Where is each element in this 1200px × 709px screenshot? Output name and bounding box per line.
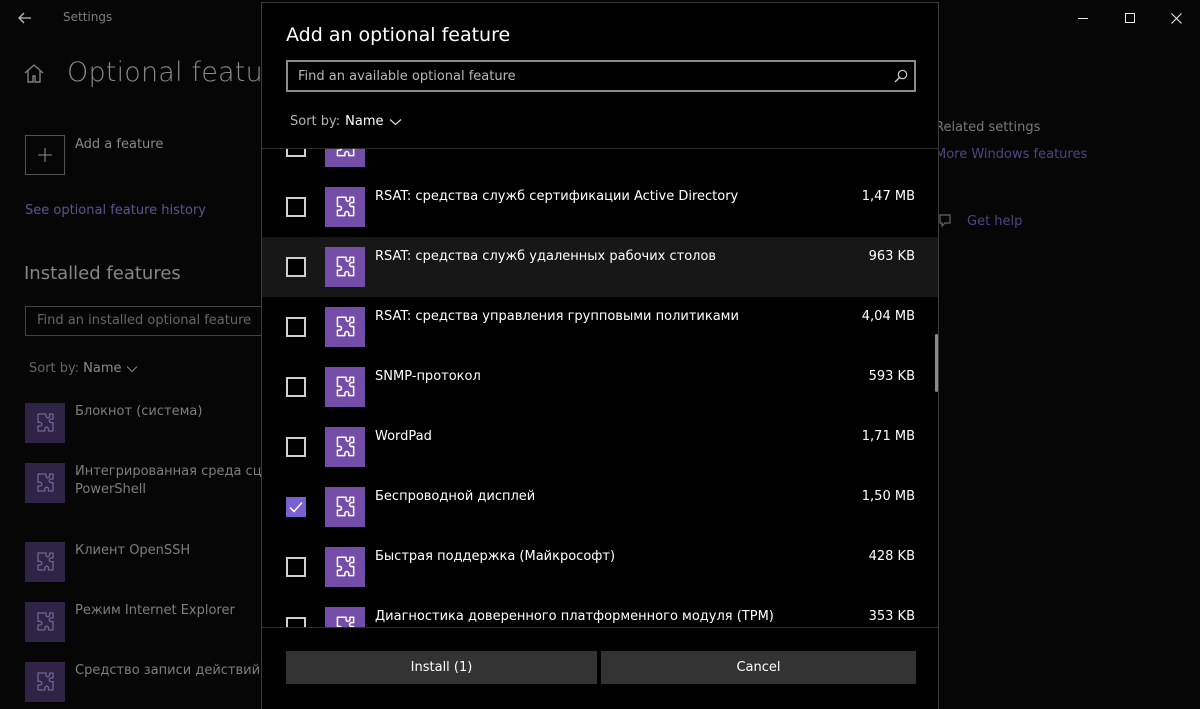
back-arrow-icon	[18, 12, 31, 24]
installed-item-label: Средство записи действий	[75, 663, 261, 678]
help-chat-icon	[937, 213, 953, 233]
minimize-button[interactable]	[1060, 4, 1106, 32]
feature-search-box[interactable]	[286, 60, 916, 92]
related-settings-heading: Related settings	[935, 120, 1041, 135]
feature-size: 1,47 MB	[861, 189, 915, 204]
feature-name: RSAT: средства служб удаленных рабочих с…	[375, 249, 717, 264]
maximize-icon	[1125, 13, 1135, 23]
feature-list[interactable]: RSAT: средства служб сертификации Active…	[262, 148, 938, 628]
sort-label: Sort by:	[29, 361, 80, 376]
get-help-link[interactable]: Get help	[967, 214, 1022, 229]
feature-row[interactable]: Быстрая поддержка (Майкрософт) 428 KB	[262, 537, 938, 597]
puzzle-piece-icon	[325, 367, 365, 407]
add-feature-label: Add a feature	[75, 137, 164, 152]
sort-value: Name	[83, 361, 122, 376]
feature-row[interactable]: SNMP-протокол 593 KB	[262, 357, 938, 417]
add-box	[25, 135, 65, 175]
feature-checkbox[interactable]	[286, 149, 306, 157]
feature-checkbox[interactable]	[286, 317, 306, 337]
puzzle-piece-icon	[325, 307, 365, 347]
feature-row[interactable]: Беспроводной дисплей 1,50 MB	[262, 477, 938, 537]
maximize-button[interactable]	[1107, 4, 1153, 32]
puzzle-piece-icon	[25, 602, 65, 642]
puzzle-piece-icon	[25, 542, 65, 582]
puzzle-piece-icon	[325, 427, 365, 467]
feature-history-link[interactable]: See optional feature history	[25, 203, 206, 218]
installed-item-label: Блокнот (система)	[75, 404, 203, 419]
puzzle-piece-icon	[325, 247, 365, 287]
feature-checkbox[interactable]	[286, 257, 306, 277]
installed-item-label: Клиент OpenSSH	[75, 543, 191, 558]
list-scrollbar[interactable]	[935, 334, 938, 392]
dialog-title: Add an optional feature	[286, 24, 511, 46]
install-button[interactable]: Install (1)	[286, 651, 597, 684]
feature-size: 593 KB	[868, 369, 915, 384]
plus-icon	[38, 148, 52, 162]
installed-item[interactable]: Средство записи действий	[25, 662, 265, 702]
feature-name: WordPad	[375, 429, 432, 444]
minimize-icon	[1078, 18, 1088, 19]
cancel-button[interactable]: Cancel	[601, 651, 916, 684]
puzzle-piece-icon	[325, 149, 365, 167]
feature-name: SNMP-протокол	[375, 369, 481, 384]
feature-checkbox[interactable]	[286, 557, 306, 577]
installed-item[interactable]: Блокнот (система)	[25, 403, 265, 443]
feature-name: Беспроводной дисплей	[375, 489, 536, 504]
feature-name: Быстрая поддержка (Майкрософт)	[375, 549, 616, 564]
close-icon	[1170, 12, 1182, 24]
chevron-down-icon	[126, 365, 137, 372]
feature-row[interactable]: RSAT: средства управления групповыми пол…	[262, 297, 938, 357]
feature-search-input[interactable]	[288, 62, 888, 90]
puzzle-piece-icon	[25, 463, 65, 503]
search-icon	[894, 69, 908, 83]
back-button[interactable]	[10, 4, 40, 32]
feature-row[interactable]: RSAT: средства служб сертификации Active…	[262, 177, 938, 237]
feature-name: RSAT: средства управления групповыми пол…	[375, 309, 739, 324]
feature-row[interactable]: WordPad 1,71 MB	[262, 417, 938, 477]
feature-checkbox[interactable]	[286, 377, 306, 397]
sort-value: Name	[345, 114, 384, 129]
sort-label: Sort by:	[290, 114, 341, 129]
puzzle-piece-icon	[325, 607, 365, 627]
feature-size: 428 KB	[868, 549, 915, 564]
installed-item[interactable]: Режим Internet Explorer	[25, 602, 265, 642]
feature-size: 1,71 MB	[861, 429, 915, 444]
puzzle-piece-icon	[325, 547, 365, 587]
puzzle-piece-icon	[325, 487, 365, 527]
home-icon[interactable]	[23, 62, 45, 88]
feature-name: Диагностика доверенного платформенного м…	[375, 609, 774, 624]
feature-row[interactable]: RSAT: средства служб удаленных рабочих с…	[262, 237, 938, 297]
installed-item[interactable]: Интегрированная среда сценариев PowerShe…	[25, 463, 318, 503]
puzzle-piece-icon	[25, 662, 65, 702]
feature-row[interactable]	[262, 149, 938, 177]
feature-size: 963 KB	[868, 249, 915, 264]
feature-name: RSAT: средства служб сертификации Active…	[375, 189, 739, 204]
feature-checkbox[interactable]	[286, 437, 306, 457]
installed-features-heading: Installed features	[24, 263, 181, 284]
installed-search-input[interactable]: Find an installed optional feature	[25, 306, 285, 336]
sort-control[interactable]: Sort by: Name	[290, 114, 402, 129]
puzzle-piece-icon	[325, 187, 365, 227]
feature-size: 1,50 MB	[861, 489, 915, 504]
feature-checkbox[interactable]	[286, 617, 306, 627]
close-window-button[interactable]	[1153, 4, 1199, 32]
feature-checkbox[interactable]	[286, 197, 306, 217]
app-title: Settings	[63, 10, 113, 24]
feature-row[interactable]: Диагностика доверенного платформенного м…	[262, 597, 938, 627]
checkmark-icon	[289, 502, 303, 513]
installed-sort-control[interactable]: Sort by: Name	[29, 361, 138, 376]
feature-size: 4,04 MB	[861, 309, 915, 324]
feature-size: 353 KB	[868, 609, 915, 624]
puzzle-piece-icon	[25, 403, 65, 443]
installed-item[interactable]: Клиент OpenSSH	[25, 542, 265, 582]
feature-checkbox-checked[interactable]	[286, 497, 306, 517]
add-optional-feature-dialog: Add an optional feature Sort by: Name RS…	[261, 2, 939, 709]
installed-item-label: Режим Internet Explorer	[75, 603, 235, 618]
add-feature-button[interactable]: Add a feature	[25, 135, 163, 175]
chevron-down-icon	[389, 118, 401, 125]
more-windows-features-link[interactable]: More Windows features	[935, 147, 1087, 162]
